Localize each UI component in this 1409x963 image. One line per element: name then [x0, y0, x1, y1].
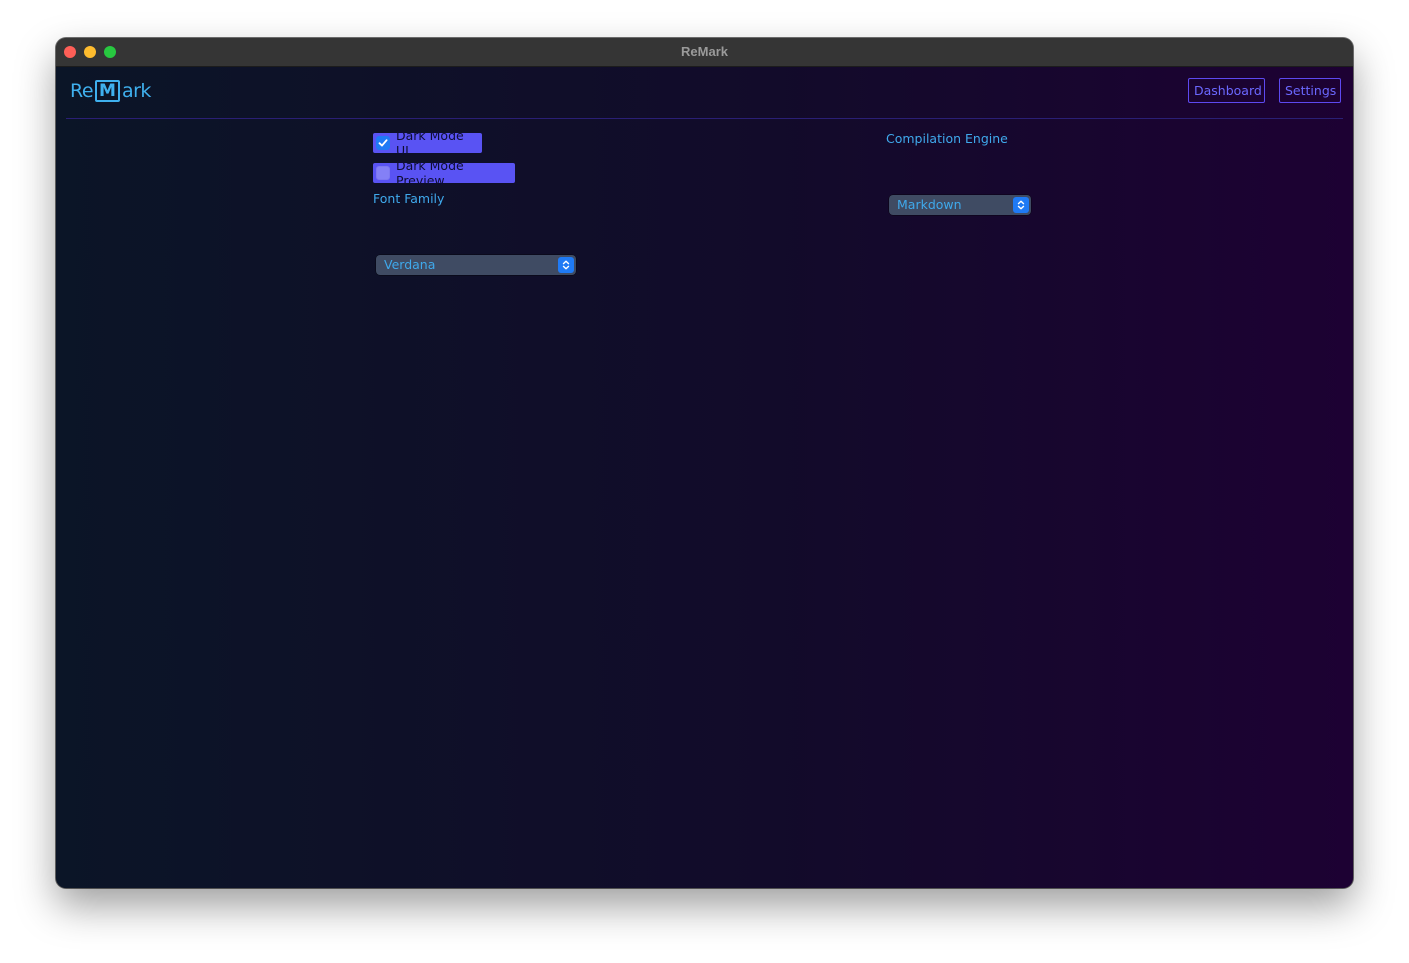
- settings-button[interactable]: Settings: [1279, 78, 1341, 103]
- dark-mode-ui-label: Dark Mode UI: [396, 128, 464, 158]
- dark-mode-preview-toggle[interactable]: Dark Mode Preview: [373, 158, 515, 188]
- app-logo[interactable]: Re M ark: [70, 79, 151, 103]
- app-content: Re M ark Dashboard Settings Dark Mode UI…: [56, 67, 1353, 888]
- dashboard-button[interactable]: Dashboard: [1188, 78, 1265, 103]
- font-family-select[interactable]: Verdana: [376, 255, 576, 275]
- title-bar: ReMark: [56, 38, 1353, 67]
- header-divider: [66, 118, 1343, 119]
- chevron-updown-icon[interactable]: [1013, 197, 1029, 213]
- dark-mode-ui-toggle[interactable]: Dark Mode UI: [373, 128, 482, 158]
- font-family-label: Font Family: [373, 191, 445, 206]
- logo-text-ark: ark: [121, 80, 151, 102]
- checkbox-unchecked-icon[interactable]: [376, 166, 390, 180]
- logo-text-re: Re: [70, 80, 94, 102]
- checkmark-icon[interactable]: [376, 136, 390, 150]
- compilation-engine-select[interactable]: Markdown: [889, 195, 1031, 215]
- compilation-engine-label: Compilation Engine: [886, 131, 1008, 146]
- app-window: ReMark Re M ark Dashboard Settings Dark …: [56, 38, 1353, 888]
- window-title: ReMark: [681, 44, 728, 59]
- font-family-value: Verdana: [384, 257, 436, 272]
- chevron-updown-icon[interactable]: [558, 257, 574, 273]
- compilation-engine-value: Markdown: [897, 197, 962, 212]
- dark-mode-preview-label: Dark Mode Preview: [396, 158, 464, 188]
- logo-text-m: M: [95, 80, 120, 102]
